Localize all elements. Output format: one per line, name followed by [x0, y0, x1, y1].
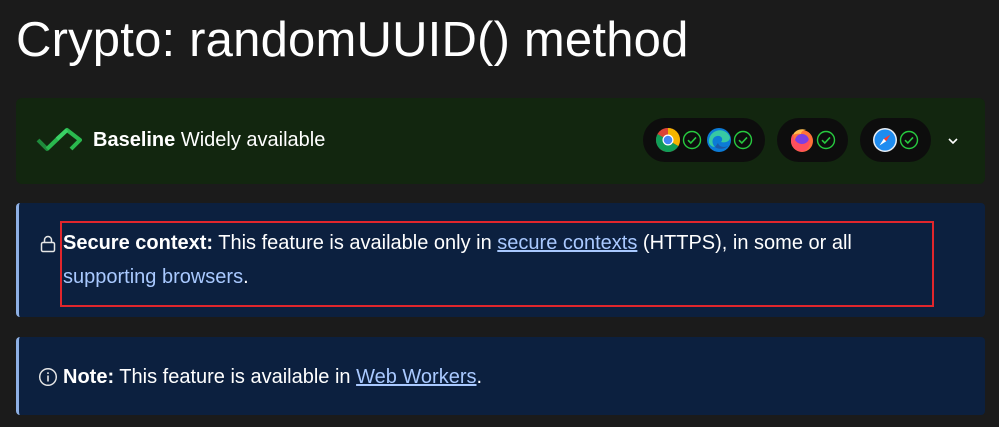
chrome-icon [655, 128, 680, 153]
browser-group-firefox [777, 118, 848, 162]
browser-chrome [655, 127, 702, 153]
browser-support-list [643, 118, 931, 162]
baseline-label: Baseline Widely available [93, 129, 326, 151]
supported-check-icon [899, 130, 919, 150]
baseline-check-icon [36, 128, 82, 151]
secure-context-text: Secure context: This feature is availabl… [63, 232, 852, 288]
browser-safari [872, 127, 919, 153]
supporting-browsers-link[interactable]: supporting browsers [63, 266, 243, 288]
web-workers-link[interactable]: Web Workers [356, 366, 476, 388]
browser-edge [706, 127, 753, 153]
supported-check-icon [733, 130, 753, 150]
secure-context-label: Secure context: [63, 232, 214, 254]
mdn-article: Crypto: randomUUID() method Baseline Wid… [0, 0, 999, 427]
supported-check-icon [816, 130, 836, 150]
browser-group-chromium [643, 118, 765, 162]
note-text: Note: This feature is available in Web W… [63, 366, 483, 388]
browser-group-safari [860, 118, 931, 162]
secure-contexts-link[interactable]: secure contexts [497, 232, 637, 254]
supported-check-icon [682, 130, 702, 150]
firefox-icon [791, 129, 813, 152]
note-label: Note: [63, 366, 115, 388]
info-icon [38, 367, 58, 387]
browser-firefox [789, 127, 836, 153]
chevron-down-icon[interactable] [941, 130, 965, 152]
safari-icon [873, 128, 897, 152]
lock-icon [40, 235, 56, 253]
page-title: Crypto: randomUUID() method [16, 13, 689, 67]
edge-icon [707, 128, 731, 152]
baseline-banner[interactable]: Baseline Widely available [16, 98, 985, 184]
